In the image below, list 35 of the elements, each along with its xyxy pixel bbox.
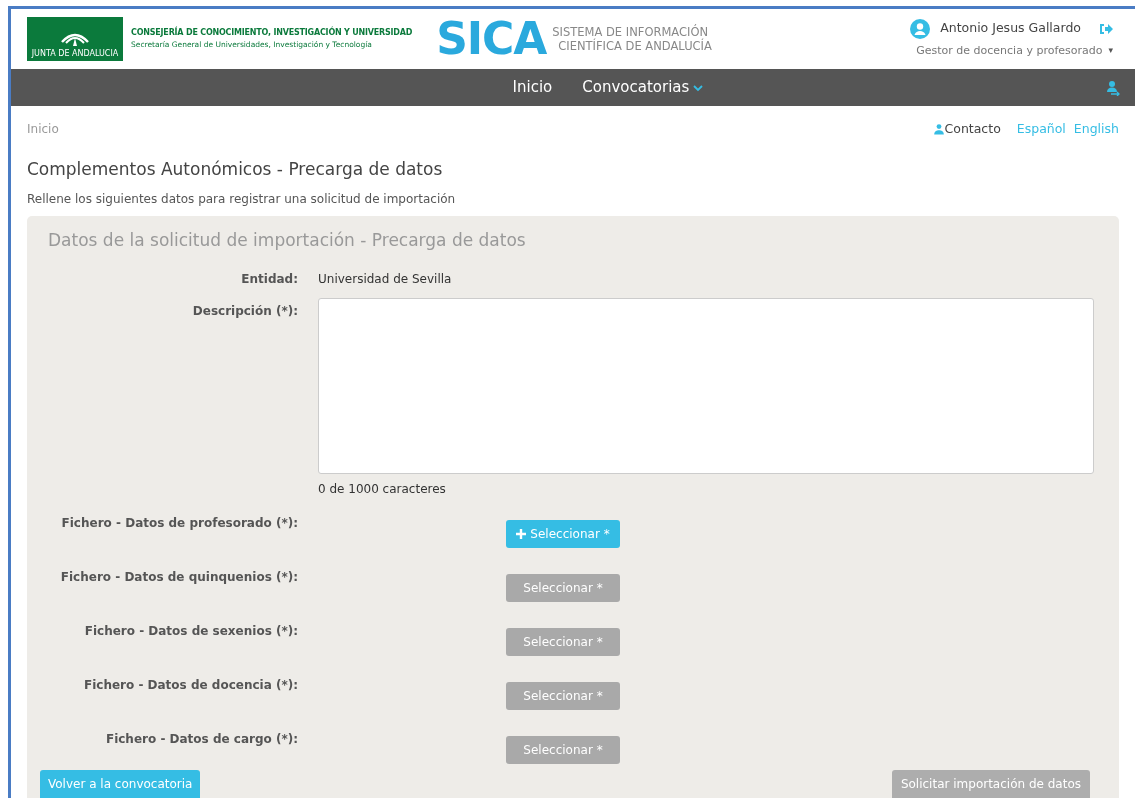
- nav-link[interactable]: Inicio: [512, 76, 553, 99]
- field-label: Entidad:: [240, 270, 298, 288]
- breadcrumb-link[interactable]: Inicio: [27, 120, 59, 139]
- org-title: CONSEJERÍA DE CONOCIMIENTO, INVESTIGACIÓN Y UNIVERSIDAD: [131, 27, 413, 40]
- brand-line: SISTEMA DE INFORMACIÓN: [552, 25, 709, 39]
- brand-logo: SICA: [436, 17, 547, 61]
- page-title: Complementos Autonómicos - Precarga de datos: [27, 157, 444, 181]
- back-button[interactable]: Volver a la convocatoria: [40, 770, 201, 798]
- entity-value: Universidad de Sevilla: [318, 270, 453, 288]
- language-link[interactable]: English: [1073, 120, 1119, 139]
- field-label: Descripción (*):: [191, 302, 298, 320]
- char-count: 0 de 1000 caracteres: [318, 480, 447, 498]
- logo-caption: JUNTA DE ANDALUCIA: [31, 50, 119, 58]
- description-field[interactable]: [318, 297, 1094, 474]
- nav-link[interactable]: Convocatorias: [582, 76, 704, 99]
- role-caret[interactable]: ▾: [1108, 44, 1113, 58]
- user-name: Antonio Jesus Gallardo: [940, 19, 1081, 38]
- language-link[interactable]: Español: [1016, 120, 1066, 139]
- file-label: Fichero - Datos de quinquenios (*):: [59, 568, 298, 586]
- file-label: Fichero - Datos de docencia (*):: [82, 676, 298, 694]
- panel-title: Datos de la solicitud de importación - Precarga de datos: [48, 229, 527, 253]
- contact-link[interactable]: Contacto: [932, 120, 1001, 139]
- user-avatar-icon: [910, 18, 931, 39]
- file-label: Fichero - Datos de cargo (*):: [104, 730, 298, 748]
- select-file-button[interactable]: Seleccionar *: [506, 519, 620, 548]
- plus-icon: [516, 528, 527, 539]
- file-label: Fichero - Datos de sexenios (*):: [83, 622, 298, 640]
- page-subtitle: Rellene los siguientes datos para registrar una solicitud de importación: [27, 191, 457, 209]
- file-label: Fichero - Datos de profesorado (*):: [60, 514, 298, 532]
- chevron-down-icon: [693, 83, 704, 92]
- logout-icon[interactable]: [1099, 21, 1113, 36]
- user-switch-icon[interactable]: [1105, 79, 1121, 96]
- brand-line: CIENTÍFICA DE ANDALUCÍA: [557, 39, 712, 53]
- user-role[interactable]: Gestor de docencia y profesorado: [916, 42, 1103, 60]
- contact-icon: [932, 123, 945, 136]
